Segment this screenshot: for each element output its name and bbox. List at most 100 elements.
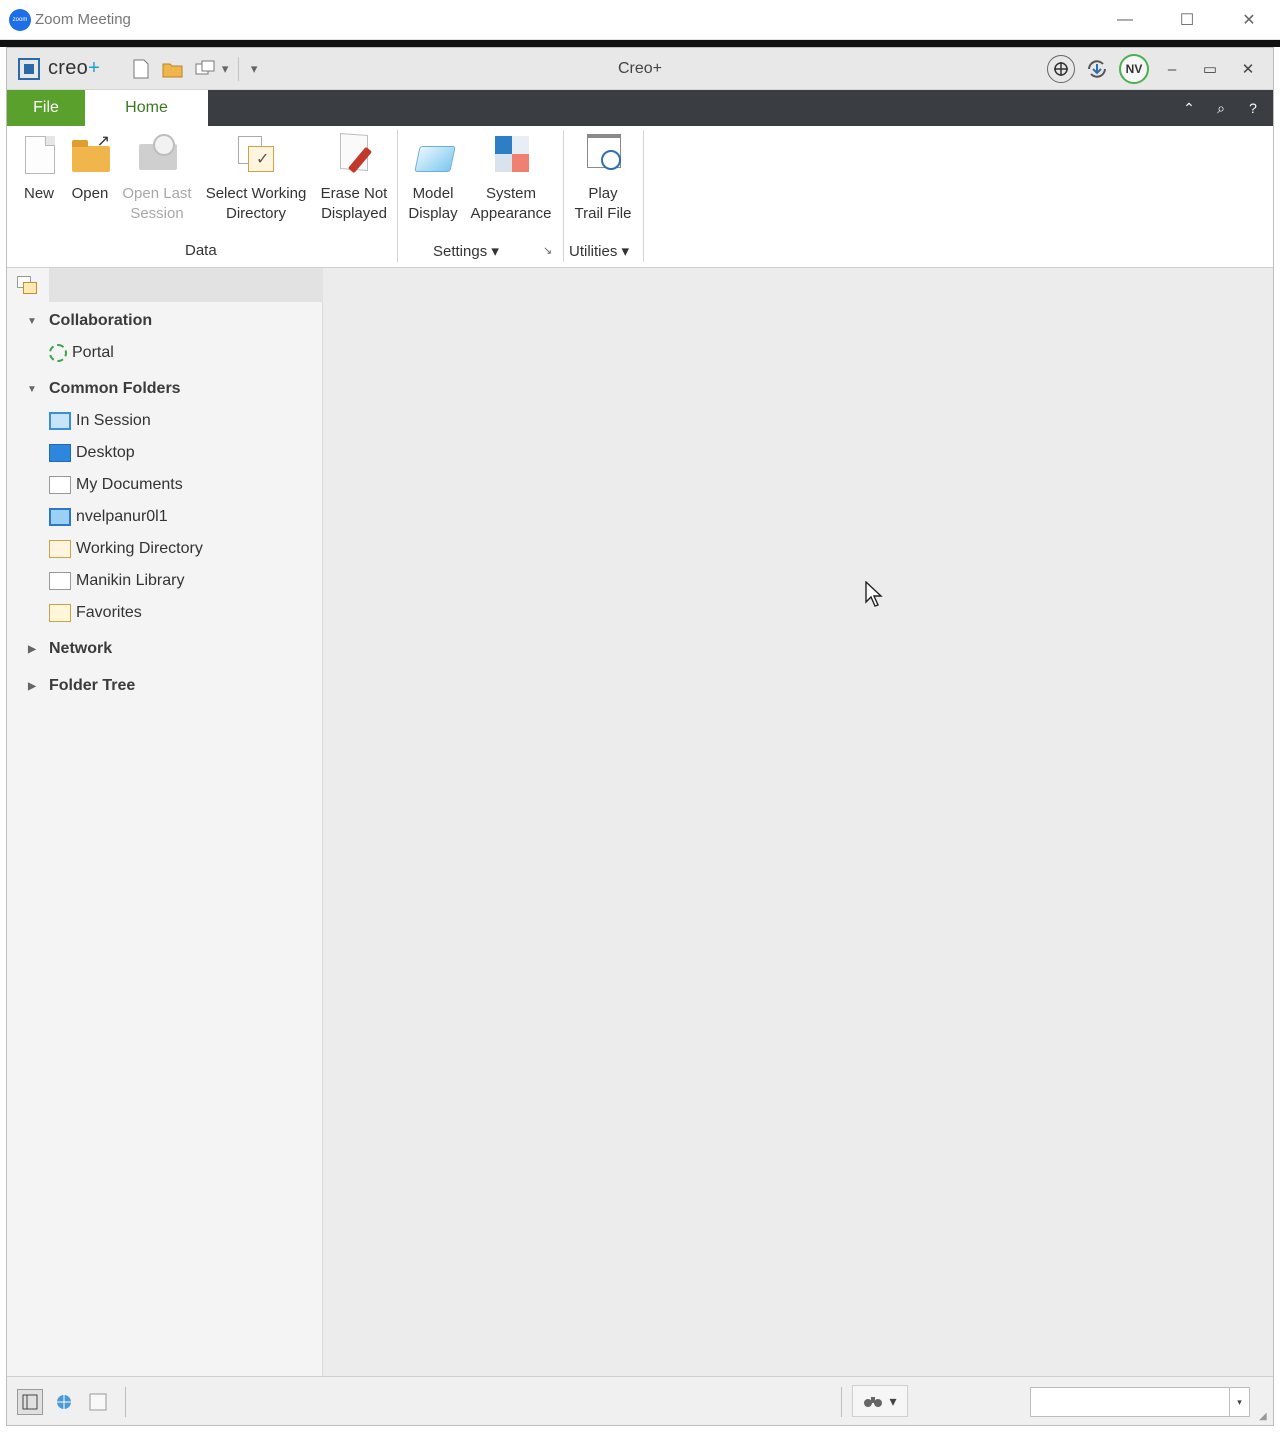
common-folders-label: Common Folders xyxy=(49,380,181,397)
collapse-caret-icon[interactable]: ▶ xyxy=(25,644,39,655)
collapse-caret-icon[interactable]: ▶ xyxy=(25,681,39,692)
tree-my-documents[interactable]: My Documents xyxy=(7,470,323,500)
tree-in-session[interactable]: In Session xyxy=(7,406,323,436)
network-label: Network xyxy=(49,640,113,657)
settings-group-label[interactable]: Settings ▾ xyxy=(433,242,499,260)
qat-window-dropdown[interactable]: ▾ xyxy=(218,58,232,80)
expand-caret-icon[interactable]: ▼ xyxy=(25,384,39,395)
tree-collaboration[interactable]: ▼ Collaboration xyxy=(7,306,323,336)
working-directory-icon xyxy=(49,540,71,558)
tree-folder-tree[interactable]: ▶ Folder Tree xyxy=(7,671,323,701)
model-label-2: Display xyxy=(408,205,458,222)
new-button[interactable]: New xyxy=(17,132,61,204)
tab-file[interactable]: File xyxy=(7,90,85,126)
collaboration-label: Collaboration xyxy=(49,312,153,329)
collapse-ribbon-icon[interactable]: ⌃ xyxy=(1179,100,1199,117)
tree-common-folders[interactable]: ▼ Common Folders xyxy=(7,374,323,404)
model-display-button[interactable]: Model Display xyxy=(405,132,461,224)
filter-dropdown-arrow-icon[interactable]: ▾ xyxy=(1229,1388,1249,1416)
selection-filter-dropdown[interactable]: ▾ xyxy=(1030,1387,1250,1417)
zoom-logo-text: zoom xyxy=(12,16,28,23)
select-working-directory-button[interactable]: ✓ Select Working Directory xyxy=(201,132,311,224)
screen-share-border xyxy=(0,40,1280,47)
tree-working-directory[interactable]: Working Directory xyxy=(7,534,323,564)
creo-maximize-button[interactable]: ▭ xyxy=(1195,55,1225,83)
open-button[interactable]: ↗ Open xyxy=(67,132,113,204)
help-icon[interactable]: ? xyxy=(1243,100,1263,116)
erase-label-2: Displayed xyxy=(321,205,387,222)
search-icon[interactable]: ⌕ xyxy=(1211,100,1231,117)
tree-computer[interactable]: nvelpanur0l1 xyxy=(7,502,323,532)
sync-download-icon[interactable] xyxy=(1083,55,1111,83)
qat-open-icon[interactable] xyxy=(162,58,184,80)
system-appearance-icon xyxy=(491,132,531,178)
folder-browser-icon[interactable] xyxy=(17,276,37,294)
open-folder-icon: ↗ xyxy=(70,132,110,178)
navigator-panel: ▼ Collaboration Portal ▼ Common Folders … xyxy=(7,268,323,1376)
app-menu-icon[interactable] xyxy=(18,57,40,80)
zoom-titlebar: zoom Zoom Meeting — ☐ ✕ xyxy=(0,0,1280,40)
system-appearance-button[interactable]: System Appearance xyxy=(467,132,555,224)
zoom-logo-icon: zoom xyxy=(9,8,31,31)
erase-icon xyxy=(334,132,374,178)
erase-label-1: Erase Not xyxy=(320,185,388,202)
group-separator xyxy=(563,130,564,262)
graphics-area[interactable] xyxy=(323,268,1273,1376)
swd-label-1: Select Working xyxy=(205,185,307,202)
status-separator xyxy=(841,1387,842,1417)
resize-grip-icon[interactable]: ◢ xyxy=(1259,1411,1271,1423)
computer-label: nvelpanur0l1 xyxy=(76,508,168,525)
qat-customize-dropdown[interactable]: ▾ xyxy=(243,58,265,80)
play-label-1: Play xyxy=(588,185,618,202)
working-directory-label: Working Directory xyxy=(76,540,203,557)
navigation-target-icon[interactable] xyxy=(1047,55,1075,83)
status-separator xyxy=(125,1387,126,1417)
creo-minimize-button[interactable]: – xyxy=(1157,55,1187,83)
group-separator xyxy=(397,130,398,262)
open-last-session-button[interactable]: Open Last Session xyxy=(119,132,195,224)
model-display-icon xyxy=(413,132,456,178)
open-last-label-1: Open Last xyxy=(122,185,192,202)
tree-network[interactable]: ▶ Network xyxy=(7,634,323,664)
utilities-group-label[interactable]: Utilities ▾ xyxy=(569,242,629,260)
portal-icon xyxy=(49,344,67,362)
find-button[interactable]: ▾ xyxy=(852,1385,908,1417)
graphics-toggle-icon[interactable] xyxy=(85,1389,111,1415)
erase-not-displayed-button[interactable]: Erase Not Displayed xyxy=(317,132,391,224)
model-label-1: Model xyxy=(412,185,454,202)
portal-label: Portal xyxy=(72,344,114,361)
zoom-close-button[interactable]: ✕ xyxy=(1218,0,1280,40)
play-trail-file-button[interactable]: Play Trail File xyxy=(571,132,635,224)
find-dropdown[interactable]: ▾ xyxy=(889,1393,896,1410)
ribbon-tab-bar: File Home ⌃ ⌕ ? xyxy=(7,90,1273,126)
zoom-maximize-button[interactable]: ☐ xyxy=(1156,0,1218,40)
sys-label-1: System xyxy=(485,185,536,202)
manikin-library-label: Manikin Library xyxy=(76,572,185,589)
zoom-minimize-button[interactable]: — xyxy=(1094,0,1156,40)
navigator-header-bar xyxy=(49,268,323,302)
tab-home[interactable]: Home xyxy=(85,90,208,126)
tree-portal[interactable]: Portal xyxy=(7,338,323,368)
tree-favorites[interactable]: Favorites xyxy=(7,598,323,628)
navigator-toggle-icon[interactable] xyxy=(17,1389,43,1415)
creo-close-button[interactable]: ✕ xyxy=(1233,55,1263,83)
play-label-2: Trail File xyxy=(574,205,632,222)
tree-manikin-library[interactable]: Manikin Library xyxy=(7,566,323,596)
brand-text: creo xyxy=(48,57,89,79)
favorites-label: Favorites xyxy=(76,604,142,621)
tree-desktop[interactable]: Desktop xyxy=(7,438,323,468)
desktop-icon xyxy=(49,444,71,462)
my-documents-label: My Documents xyxy=(76,476,183,493)
ribbon-home: New ↗ Open Open Last Session ✓ Select Wo… xyxy=(7,126,1273,268)
user-avatar[interactable]: NV xyxy=(1119,54,1149,84)
open-last-session-icon xyxy=(137,132,177,178)
settings-launcher-icon[interactable]: ↘ xyxy=(543,244,552,257)
qat-new-icon[interactable] xyxy=(130,58,152,80)
qat-window-icon[interactable] xyxy=(194,58,216,80)
expand-caret-icon[interactable]: ▼ xyxy=(25,316,39,327)
browser-toggle-icon[interactable] xyxy=(51,1389,77,1415)
cursor-pointer-icon xyxy=(865,580,883,613)
creo-brand: creo+ xyxy=(48,57,100,80)
new-label: New xyxy=(23,185,54,202)
swd-label-2: Directory xyxy=(225,205,286,222)
